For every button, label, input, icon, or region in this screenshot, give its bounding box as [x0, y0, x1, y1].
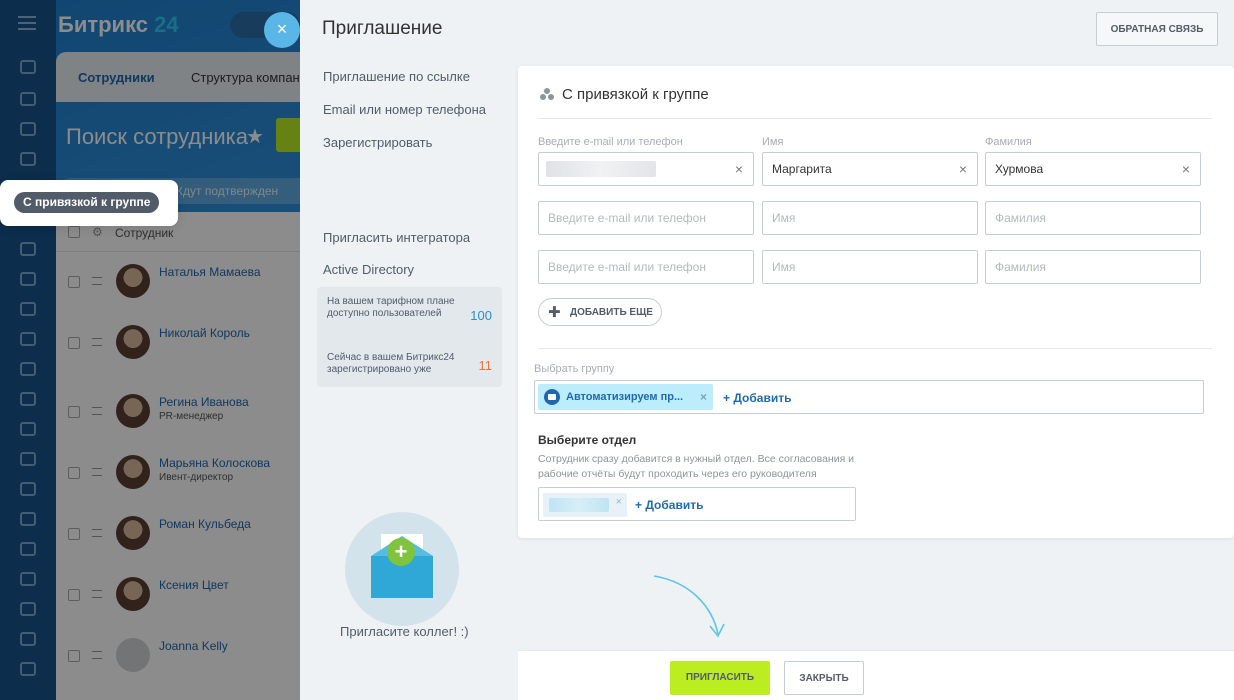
menu-item-register[interactable]: Зарегистрировать — [323, 135, 432, 150]
department-tag: × — [543, 493, 627, 517]
surname-value: Хурмова — [995, 162, 1044, 176]
group-label: Выбрать группу — [534, 363, 615, 375]
menu-item-group[interactable]: С привязкой к группе — [14, 192, 160, 213]
add-more-label: ДОБАВИТЬ ЕЩЕ — [570, 307, 653, 318]
invite-illustration: + — [345, 512, 459, 626]
plan-available-value: 100 — [470, 308, 492, 323]
feedback-button[interactable]: ОБРАТНАЯ СВЯЗЬ — [1096, 12, 1218, 46]
dept-title: Выберите отдел — [538, 433, 637, 447]
close-button[interactable]: ЗАКРЫТЬ — [784, 661, 864, 695]
divider — [538, 348, 1212, 349]
add-department-link[interactable]: + Добавить — [635, 498, 703, 512]
contact-field[interactable]: Введите e-mail или телефон — [538, 201, 754, 235]
form-heading-text: С привязкой к группе — [562, 86, 709, 103]
menu-item-integrator[interactable]: Пригласить интегратора — [323, 230, 470, 245]
menu-item-group-wrapper: С привязкой к группе — [0, 180, 178, 226]
invite-caption: Пригласите коллег! :) — [340, 624, 469, 639]
group-tag-label: Автоматизируем пр... — [566, 391, 684, 403]
menu-item-link[interactable]: Приглашение по ссылке — [323, 69, 470, 84]
contact-field[interactable]: Введите e-mail или телефон — [538, 250, 754, 284]
surname-field[interactable]: Фамилия — [985, 201, 1201, 235]
clear-icon[interactable]: × — [1182, 153, 1190, 185]
remove-tag-icon[interactable]: × — [700, 384, 707, 410]
group-avatar-icon — [544, 389, 560, 405]
close-slider-icon[interactable]: × — [264, 12, 300, 48]
menu-item-email-phone[interactable]: Email или номер телефона — [323, 102, 486, 117]
plus-icon: ✚ — [548, 304, 561, 321]
name-field[interactable]: Маргарита × — [762, 152, 978, 186]
redacted-department — [549, 498, 609, 512]
remove-tag-icon[interactable]: × — [616, 496, 622, 508]
group-invite-form: С привязкой к группе Введите e-mail или … — [518, 66, 1234, 538]
name-field[interactable]: Имя — [762, 250, 978, 284]
hint-arrow-icon — [653, 575, 725, 638]
group-selector[interactable]: Автоматизируем пр... × + Добавить — [534, 380, 1204, 414]
label-name: Имя — [762, 136, 784, 148]
plan-available-text: На вашем тарифном плане доступно пользов… — [327, 296, 455, 319]
dept-description: Сотрудник сразу добавится в нужный отдел… — [538, 453, 855, 480]
form-heading: С привязкой к группе — [540, 86, 709, 103]
slider-title: Приглашение — [322, 18, 443, 39]
group-tag: Автоматизируем пр... × — [538, 384, 713, 410]
clear-icon[interactable]: × — [735, 153, 743, 185]
plan-registered-text: Сейчас в вашем Битрикс24 зарегистрирован… — [327, 352, 455, 375]
slider-footer: ПРИГЛАСИТЬ ЗАКРЫТЬ — [518, 650, 1234, 700]
label-contact: Введите e-mail или телефон — [538, 136, 683, 148]
plan-info-box: На вашем тарифном плане доступно пользов… — [317, 287, 502, 387]
name-field[interactable]: Имя — [762, 201, 978, 235]
add-more-button[interactable]: ✚ ДОБАВИТЬ ЕЩЕ — [538, 298, 662, 326]
menu-item-active-directory[interactable]: Active Directory — [323, 262, 414, 277]
surname-field[interactable]: Фамилия — [985, 250, 1201, 284]
divider — [538, 118, 1212, 119]
add-group-link[interactable]: + Добавить — [723, 391, 791, 405]
department-selector[interactable]: × + Добавить — [538, 487, 856, 521]
redacted-contact — [546, 161, 656, 177]
dim-overlay[interactable] — [0, 0, 300, 700]
clear-icon[interactable]: × — [959, 153, 967, 185]
plus-icon: + — [387, 538, 415, 566]
group-icon — [540, 88, 554, 100]
surname-field[interactable]: Хурмова × — [985, 152, 1201, 186]
label-surname: Фамилия — [985, 136, 1032, 148]
invitation-slider: Приглашение ОБРАТНАЯ СВЯЗЬ Приглашение п… — [300, 0, 1234, 700]
name-value: Маргарита — [772, 162, 832, 176]
plan-registered-value: 11 — [478, 358, 493, 373]
contact-field[interactable]: × — [538, 152, 754, 186]
invite-button[interactable]: ПРИГЛАСИТЬ — [670, 661, 770, 695]
